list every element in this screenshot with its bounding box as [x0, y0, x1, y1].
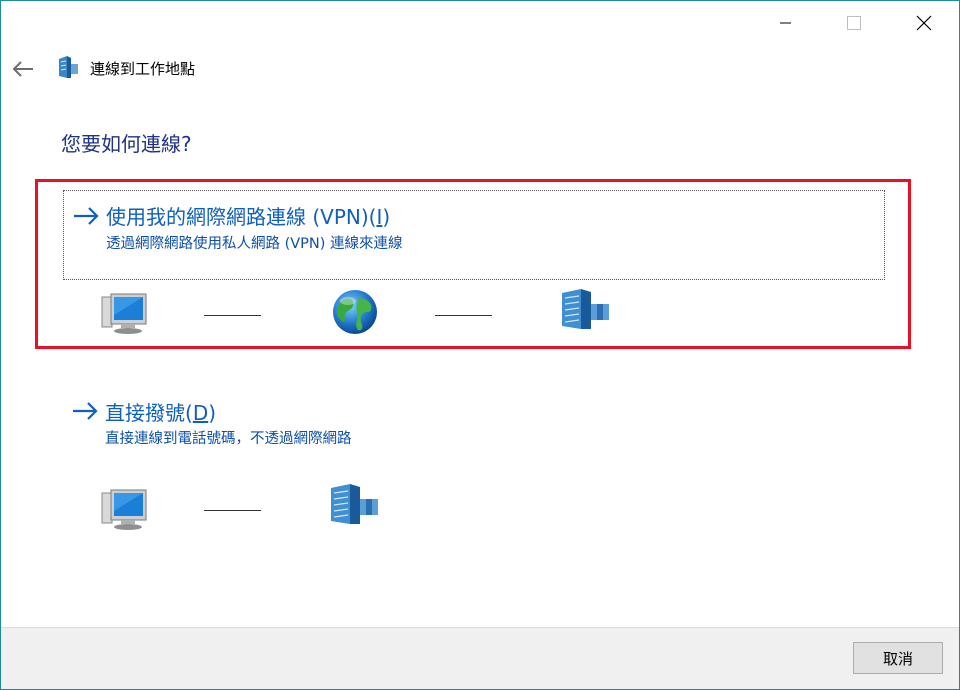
arrow-right-icon	[74, 207, 99, 225]
dial-directly-option-title: 直接撥號(D)	[105, 401, 217, 425]
globe-icon	[333, 290, 377, 334]
back-button[interactable]	[9, 57, 37, 81]
cancel-button[interactable]: 取消	[853, 642, 943, 674]
computer-monitor-icon	[101, 489, 147, 530]
vpn-option[interactable]: 使用我的網際網路連線 (VPN)(I) 透過網際網路使用私人網路 (VPN) 連…	[63, 190, 885, 280]
vpn-option-description: 透過網際網路使用私人網路 (VPN) 連線來連線	[106, 236, 403, 252]
maximize-icon	[847, 16, 861, 30]
workplace-building-icon	[59, 56, 78, 78]
arrow-right-icon	[73, 402, 98, 420]
connection-line	[204, 510, 261, 511]
dial-directly-option[interactable]: 直接撥號(D) 直接連線到電話號碼，不透過網際網路	[63, 389, 885, 455]
minimize-icon	[780, 22, 791, 24]
connection-line	[204, 315, 261, 316]
office-building-icon	[562, 289, 609, 329]
dial-directly-option-description: 直接連線到電話號碼，不透過網際網路	[105, 431, 352, 447]
page-heading: 您要如何連線?	[61, 132, 192, 156]
vpn-option-title: 使用我的網際網路連線 (VPN)(I)	[106, 205, 391, 229]
close-button[interactable]	[901, 1, 947, 45]
footer-bar	[1, 627, 959, 689]
office-building-icon	[331, 484, 378, 524]
connection-line	[435, 315, 492, 316]
maximize-button	[831, 1, 877, 45]
close-icon	[916, 15, 932, 31]
minimize-button[interactable]	[763, 1, 809, 45]
arrow-left-icon	[12, 61, 33, 77]
window-title: 連線到工作地點	[90, 60, 196, 78]
connect-to-workplace-window: 連線到工作地點 您要如何連線? 使用我的網際網路連線 (VPN)(I) 透過網際…	[0, 0, 960, 690]
computer-monitor-icon	[101, 293, 147, 334]
